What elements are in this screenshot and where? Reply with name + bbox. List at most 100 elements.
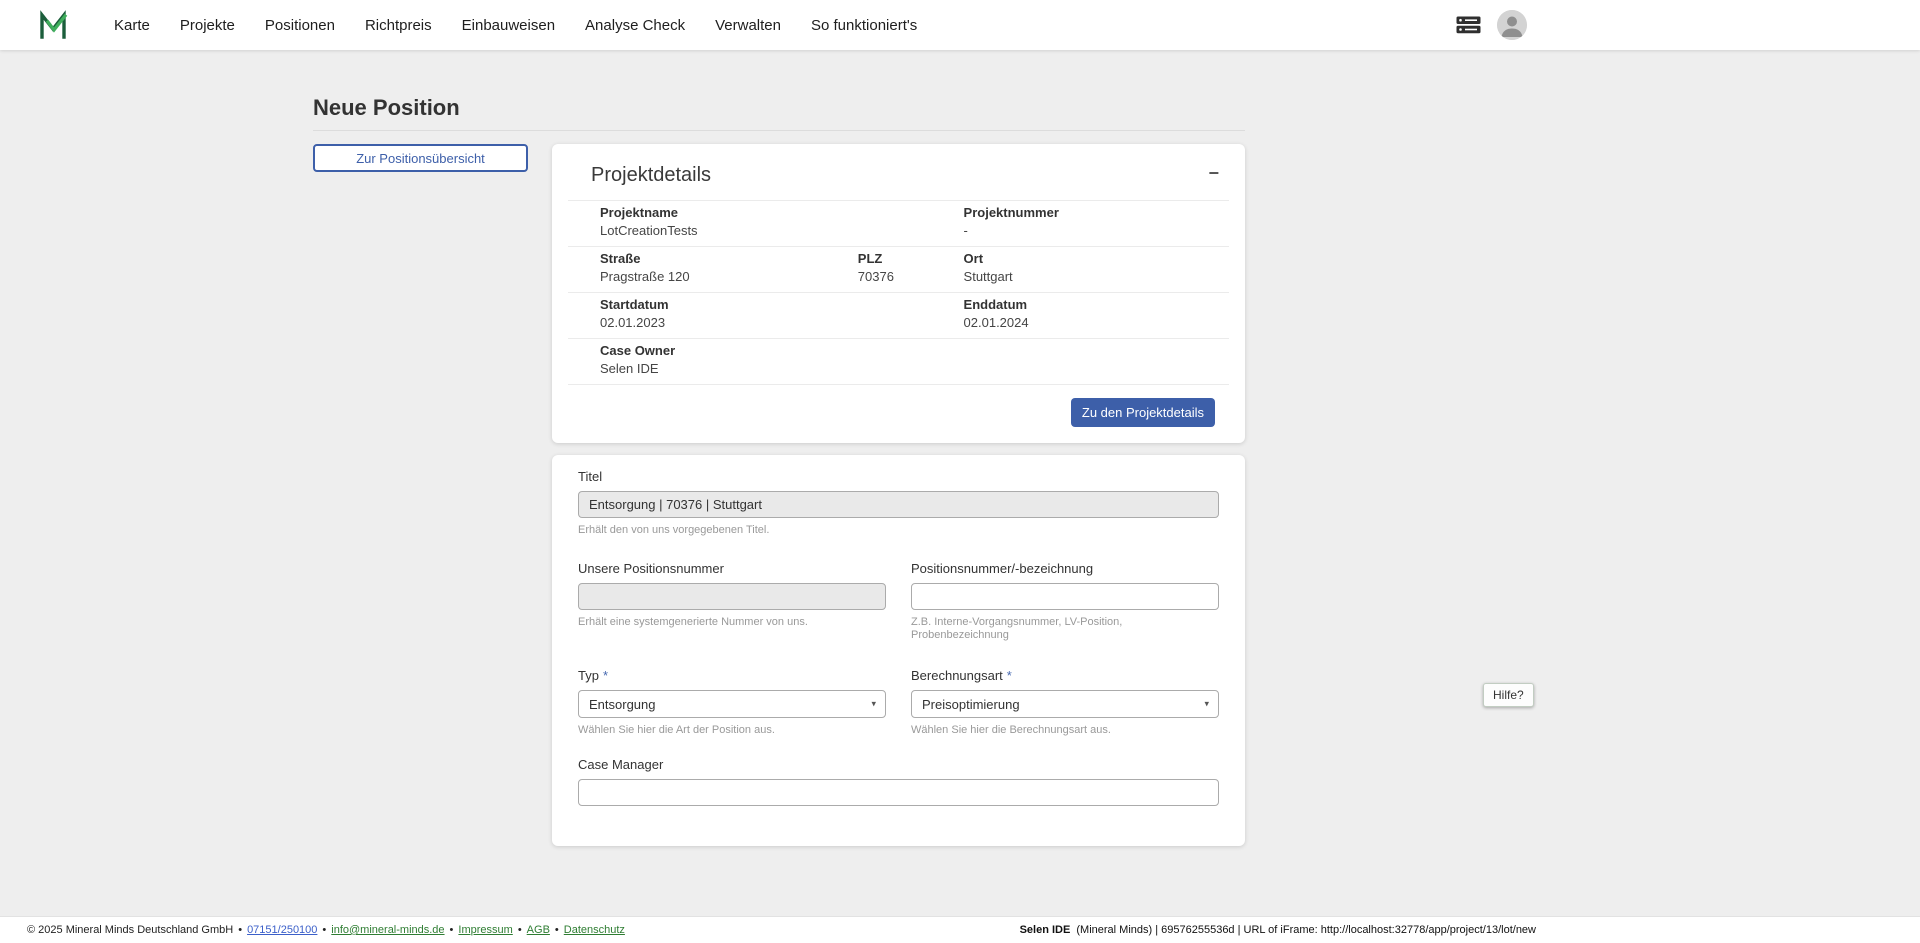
field-value: Selen IDE bbox=[600, 361, 1229, 377]
nav-verwalten[interactable]: Verwalten bbox=[715, 17, 781, 34]
titel-label: Titel bbox=[578, 469, 1219, 484]
case-manager-field: Case Manager bbox=[578, 757, 1219, 806]
project-card-actions: Zu den Projektdetails bbox=[568, 398, 1229, 427]
nav-so-funktionierts[interactable]: So funktioniert's bbox=[811, 17, 917, 34]
header-icons bbox=[1456, 0, 1527, 50]
user-avatar[interactable] bbox=[1497, 10, 1527, 40]
field-value: - bbox=[964, 223, 1229, 239]
typ-field: Typ* Entsorgung ▾ Wählen Sie hier die Ar… bbox=[578, 668, 886, 737]
nav-projekte[interactable]: Projekte bbox=[180, 17, 235, 34]
bullet-separator: • bbox=[555, 924, 559, 936]
positionsnummer-helper: Z.B. Interne-Vorgangsnummer, LV-Position… bbox=[911, 616, 1219, 642]
field-label: Enddatum bbox=[964, 297, 1229, 313]
typ-label: Typ* bbox=[578, 668, 886, 683]
nav-karte[interactable]: Karte bbox=[114, 17, 150, 34]
titel-field: Titel Erhält den von uns vorgegebenen Ti… bbox=[578, 469, 1219, 537]
nav-einbauweisen[interactable]: Einbauweisen bbox=[462, 17, 555, 34]
person-icon bbox=[1497, 10, 1527, 40]
bullet-separator: • bbox=[450, 924, 454, 936]
berechnungsart-select[interactable]: Preisoptimierung ▾ bbox=[911, 690, 1219, 718]
typ-label-text: Typ bbox=[578, 668, 599, 683]
session-user: Selen IDE bbox=[1020, 924, 1071, 936]
mineral-minds-logo[interactable] bbox=[38, 9, 70, 41]
field-label: Straße bbox=[600, 251, 826, 267]
field-label: Projektname bbox=[600, 205, 932, 221]
agb-link[interactable]: AGB bbox=[527, 924, 550, 936]
required-asterisk: * bbox=[1007, 668, 1012, 683]
titel-helper: Erhält den von uns vorgegebenen Titel. bbox=[578, 524, 1219, 537]
footer: © 2025 Mineral Minds Deutschland GmbH • … bbox=[0, 916, 1920, 943]
field-value: LotCreationTests bbox=[600, 223, 932, 239]
project-details-table: Projektname LotCreationTests Projektnumm… bbox=[568, 200, 1229, 385]
field-ort: Ort Stuttgart bbox=[932, 251, 1229, 285]
field-label: Case Owner bbox=[600, 343, 1229, 359]
left-column: Zur Positionsübersicht bbox=[313, 144, 528, 172]
form-grid: Unsere Positionsnummer Erhält eine syste… bbox=[578, 561, 1219, 737]
right-column: Projektdetails − Projektname LotCreation… bbox=[552, 144, 1245, 846]
nav-positionen[interactable]: Positionen bbox=[265, 17, 335, 34]
chevron-down-icon: ▾ bbox=[1204, 699, 1209, 710]
help-button[interactable]: Hilfe? bbox=[1483, 683, 1534, 707]
typ-helper: Wählen Sie hier die Art der Position aus… bbox=[578, 724, 886, 737]
positionsnummer-input[interactable] bbox=[911, 583, 1219, 610]
bullet-separator: • bbox=[238, 924, 242, 936]
table-row: Projektname LotCreationTests Projektnumm… bbox=[568, 201, 1229, 247]
collapse-card-button[interactable]: − bbox=[1208, 164, 1219, 182]
field-plz: PLZ 70376 bbox=[826, 251, 932, 285]
unsere-positionsnummer-input bbox=[578, 583, 886, 610]
unsere-positionsnummer-field: Unsere Positionsnummer Erhält eine syste… bbox=[578, 561, 886, 642]
footer-legal: © 2025 Mineral Minds Deutschland GmbH • … bbox=[27, 924, 625, 936]
field-label: Ort bbox=[964, 251, 1229, 267]
bullet-separator: • bbox=[322, 924, 326, 936]
berechnungsart-select-value: Preisoptimierung bbox=[922, 697, 1020, 712]
title-divider bbox=[313, 130, 1245, 131]
unsere-positionsnummer-helper: Erhält eine systemgenerierte Nummer von … bbox=[578, 616, 886, 629]
bullet-separator: • bbox=[518, 924, 522, 936]
server-stack-icon bbox=[1456, 16, 1481, 34]
field-value: Stuttgart bbox=[964, 269, 1229, 285]
berechnungsart-label-text: Berechnungsart bbox=[911, 668, 1003, 683]
phone-link[interactable]: 07151/250100 bbox=[247, 924, 317, 936]
unsere-positionsnummer-label: Unsere Positionsnummer bbox=[578, 561, 886, 576]
field-projektnummer: Projektnummer - bbox=[932, 205, 1229, 239]
field-startdatum: Startdatum 02.01.2023 bbox=[568, 297, 932, 331]
project-card-title: Projektdetails bbox=[591, 164, 711, 187]
position-form-card: Titel Erhält den von uns vorgegebenen Ti… bbox=[552, 455, 1245, 846]
nav-analyse-check[interactable]: Analyse Check bbox=[585, 17, 685, 34]
header-inner: Karte Projekte Positionen Richtpreis Ein… bbox=[0, 0, 1545, 50]
typ-select-value: Entsorgung bbox=[589, 697, 656, 712]
field-value: 70376 bbox=[858, 269, 932, 285]
copyright-text: © 2025 Mineral Minds Deutschland GmbH bbox=[27, 924, 233, 936]
back-to-positions-button[interactable]: Zur Positionsübersicht bbox=[313, 144, 528, 172]
session-info: Selen IDE (Mineral Minds) | 69576255536d… bbox=[1020, 924, 1536, 936]
email-link[interactable]: info@mineral-minds.de bbox=[331, 924, 444, 936]
project-details-card: Projektdetails − Projektname LotCreation… bbox=[552, 144, 1245, 443]
field-strasse: Straße Pragstraße 120 bbox=[568, 251, 826, 285]
field-case-owner: Case Owner Selen IDE bbox=[568, 343, 1229, 377]
field-value: 02.01.2024 bbox=[964, 315, 1229, 331]
layout-row: Zur Positionsübersicht Projektdetails − … bbox=[313, 144, 1245, 846]
table-row: Startdatum 02.01.2023 Enddatum 02.01.202… bbox=[568, 293, 1229, 339]
card-reader-icon[interactable] bbox=[1456, 16, 1481, 34]
nav-richtpreis[interactable]: Richtpreis bbox=[365, 17, 432, 34]
main-nav: Karte Projekte Positionen Richtpreis Ein… bbox=[114, 17, 917, 34]
session-details: (Mineral Minds) | 69576255536d | URL of … bbox=[1076, 924, 1536, 936]
berechnungsart-helper: Wählen Sie hier die Berechnungsart aus. bbox=[911, 724, 1219, 737]
table-row: Straße Pragstraße 120 PLZ 70376 Ort Stut… bbox=[568, 247, 1229, 293]
impressum-link[interactable]: Impressum bbox=[458, 924, 512, 936]
berechnungsart-label: Berechnungsart * bbox=[911, 668, 1219, 683]
positionsnummer-label: Positionsnummer/-bezeichnung bbox=[911, 561, 1219, 576]
logo-icon bbox=[38, 9, 70, 41]
field-value: Pragstraße 120 bbox=[600, 269, 826, 285]
project-details-button[interactable]: Zu den Projektdetails bbox=[1071, 398, 1215, 427]
field-enddatum: Enddatum 02.01.2024 bbox=[932, 297, 1229, 331]
positionsnummer-field: Positionsnummer/-bezeichnung Z.B. Intern… bbox=[911, 561, 1219, 642]
case-manager-input[interactable] bbox=[578, 779, 1219, 806]
chevron-down-icon: ▾ bbox=[871, 699, 876, 710]
case-manager-label: Case Manager bbox=[578, 757, 1219, 772]
typ-select[interactable]: Entsorgung ▾ bbox=[578, 690, 886, 718]
berechnungsart-field: Berechnungsart * Preisoptimierung ▾ Wähle… bbox=[911, 668, 1219, 737]
project-card-header: Projektdetails − bbox=[568, 160, 1229, 187]
datenschutz-link[interactable]: Datenschutz bbox=[564, 924, 625, 936]
field-label: Startdatum bbox=[600, 297, 932, 313]
